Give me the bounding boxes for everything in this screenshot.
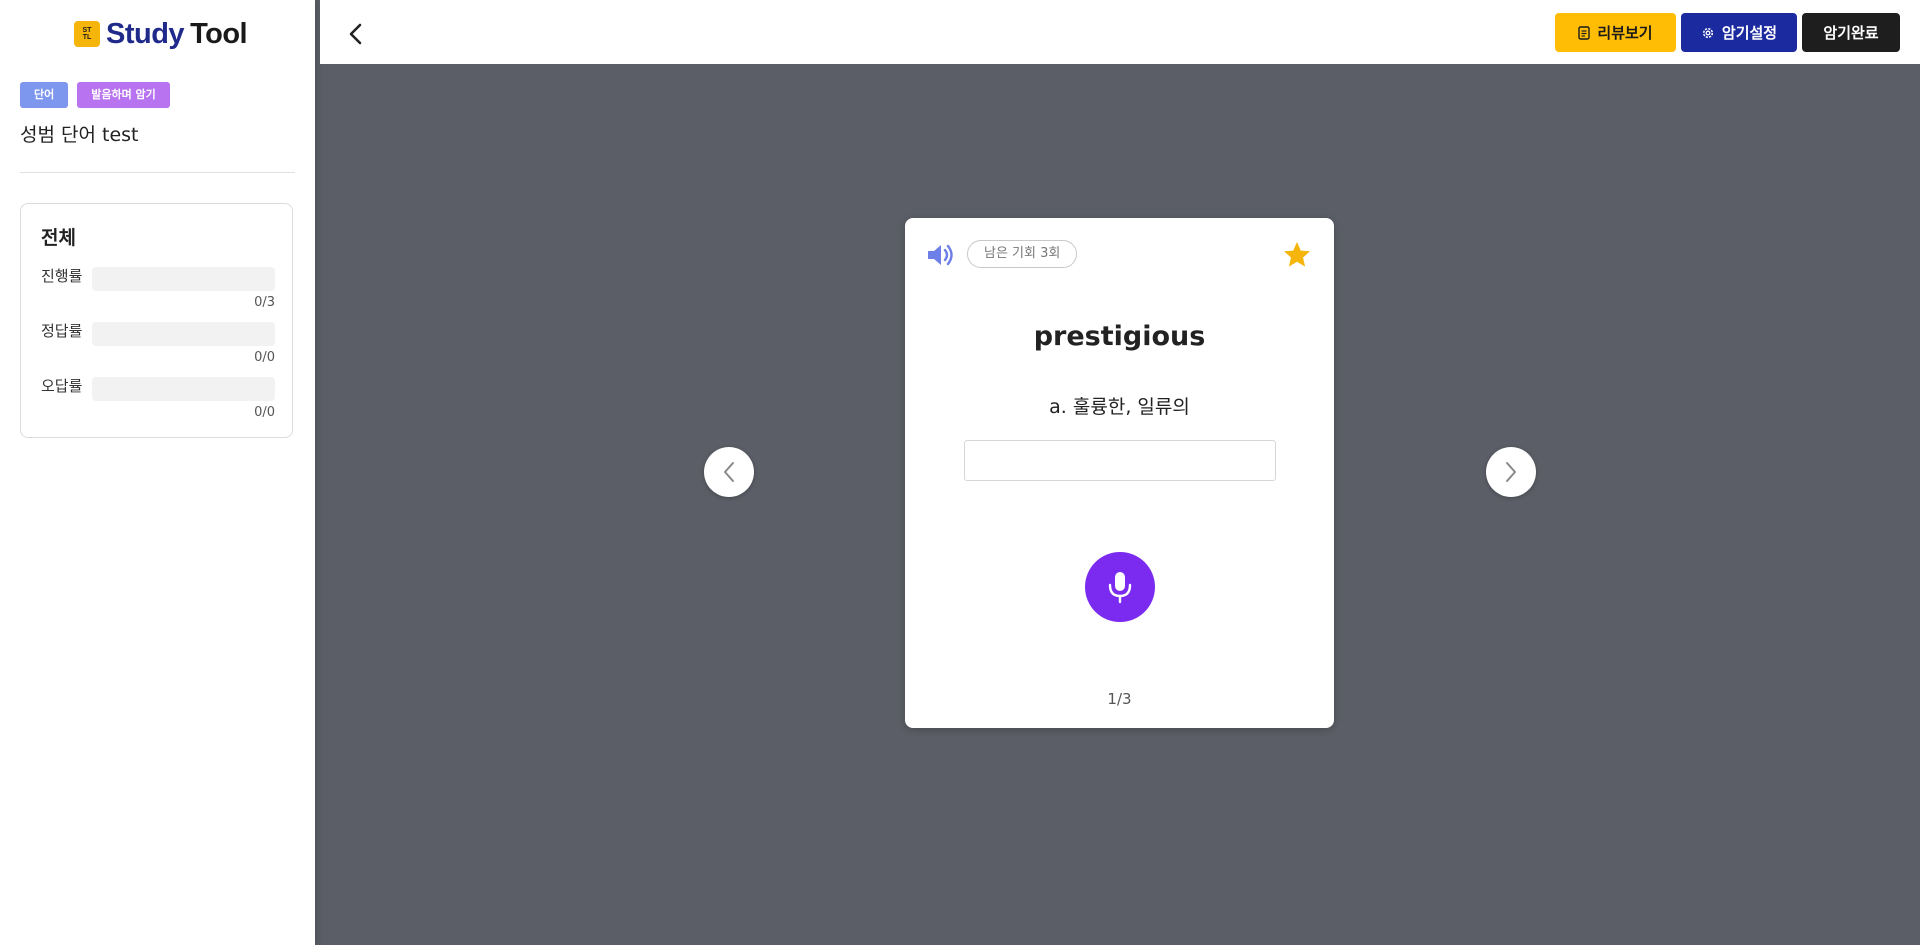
stat-label: 진행률 bbox=[41, 267, 83, 285]
app-logo[interactable]: ST TL Study Tool bbox=[74, 17, 248, 50]
logo-mark-icon: ST TL bbox=[74, 21, 100, 47]
memorize-settings-button[interactable]: 암기설정 bbox=[1681, 13, 1797, 52]
memorize-settings-label: 암기설정 bbox=[1721, 24, 1778, 42]
stat-count: 0/3 bbox=[254, 295, 275, 310]
memorize-done-button[interactable]: 암기완료 bbox=[1802, 13, 1900, 52]
set-title: 성범 단어 test bbox=[20, 124, 139, 146]
set-tags: 단어 발음하며 암기 bbox=[20, 82, 170, 108]
back-button[interactable] bbox=[342, 20, 368, 48]
memorize-done-label: 암기완료 bbox=[1823, 24, 1879, 42]
page-counter: 1/3 bbox=[1107, 690, 1132, 708]
answer-input[interactable] bbox=[964, 440, 1276, 481]
wrong-rate-bar bbox=[92, 377, 275, 401]
chevron-right-icon bbox=[1506, 462, 1516, 482]
flashcard: 남은 기회 3회 prestigious a. 훌륭한, 일류의 1/3 bbox=[905, 218, 1334, 728]
divider bbox=[20, 172, 295, 173]
remaining-chances-badge: 남은 기회 3회 bbox=[967, 240, 1078, 268]
review-button[interactable]: 리뷰보기 bbox=[1555, 13, 1676, 52]
flashcard-word: prestigious bbox=[1033, 321, 1206, 352]
star-icon[interactable] bbox=[1282, 240, 1312, 270]
logo-text-study: Study bbox=[106, 17, 185, 50]
correct-rate-bar bbox=[92, 322, 275, 346]
microphone-button[interactable] bbox=[1085, 552, 1155, 622]
progress-bar bbox=[92, 267, 275, 291]
chevron-left-icon bbox=[349, 23, 362, 45]
sidebar: ST TL Study Tool 단어 발음하며 암기 성범 단어 test 전체… bbox=[0, 0, 315, 945]
stat-count: 0/0 bbox=[254, 405, 275, 420]
flashcard-meaning: a. 훌륭한, 일류의 bbox=[1049, 396, 1190, 418]
topbar: 리뷰보기 암기설정 암기완료 bbox=[320, 0, 1920, 64]
stat-label: 오답률 bbox=[41, 377, 83, 395]
document-icon bbox=[1578, 25, 1591, 40]
previous-card-button[interactable] bbox=[704, 447, 754, 497]
stat-count: 0/0 bbox=[254, 350, 275, 365]
next-card-button[interactable] bbox=[1486, 447, 1536, 497]
stat-label: 정답률 bbox=[41, 322, 83, 340]
speaker-icon[interactable] bbox=[925, 240, 955, 270]
stats-card: 전체 진행률 0/3 정답률 0/0 오답률 0/0 bbox=[20, 203, 293, 438]
logo-text-tool: Tool bbox=[190, 17, 248, 50]
stats-heading: 전체 bbox=[41, 227, 76, 249]
tag-word: 단어 bbox=[20, 82, 69, 108]
chevron-left-icon bbox=[724, 462, 734, 482]
gear-icon bbox=[1702, 27, 1713, 38]
microphone-icon bbox=[1108, 572, 1132, 604]
tag-pronunciation-memorize: 발음하며 암기 bbox=[77, 82, 170, 108]
review-button-label: 리뷰보기 bbox=[1597, 24, 1653, 42]
